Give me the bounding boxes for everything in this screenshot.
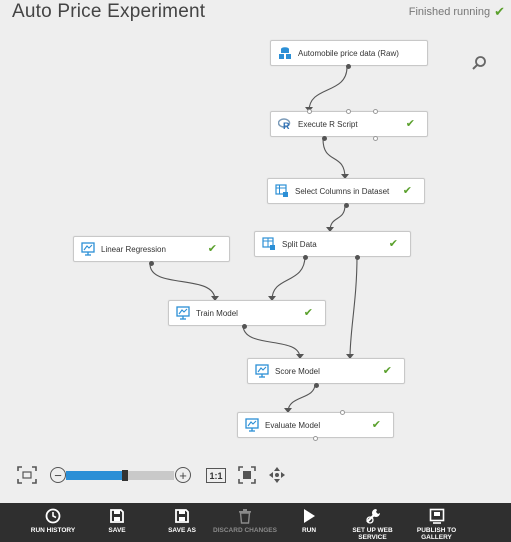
edge-split-score [349,255,358,359]
edge-select-split [329,204,346,232]
model-icon [81,242,95,256]
module-label: Split Data [282,239,317,249]
save-button[interactable]: SAVE [102,508,132,534]
dataset-icon [279,47,291,59]
run-button[interactable]: RUN [294,508,324,534]
actual-size-button[interactable]: 1:1 [206,468,226,483]
module-label: Select Columns in Dataset [295,186,390,196]
zoom-controls: − + 1:1 [0,460,511,490]
output-port[interactable] [322,136,327,141]
play-icon [304,509,315,523]
model-icon [245,418,259,432]
checkmark-icon: ✔ [207,243,217,255]
command-bar: RUN HISTORY SAVE SAVE AS DISCARD CHANGES… [0,503,511,542]
edge-split-train [271,255,306,301]
module-label: Evaluate Model [265,420,321,430]
checkmark-icon: ✔ [402,185,412,197]
checkmark-icon: ✔ [388,238,398,250]
set-up-web-service-label-2: SERVICE [358,534,387,541]
output-port[interactable] [373,136,378,141]
gallery-icon [429,508,444,524]
table-split-icon [262,237,275,250]
table-columns-icon [275,184,288,197]
module-label: Score Model [275,366,320,376]
zoom-out-button[interactable]: − [50,467,66,483]
set-up-web-service-button[interactable]: SET UP WEB SERVICE [345,508,400,541]
publish-to-gallery-label-2: GALLERY [421,534,452,541]
module-evaluate-model[interactable]: Evaluate Model ✔ [237,410,394,441]
edge-automobile-execute [308,66,348,112]
r-script-icon: R [278,118,291,131]
model-icon [176,306,190,320]
module-train-model[interactable]: Train Model ✔ [168,300,326,329]
fit-screen-icon[interactable] [17,466,37,484]
svg-text:R: R [283,121,290,131]
module-linear-regression[interactable]: Linear Regression ✔ [73,236,230,266]
model-icon [255,364,269,378]
zoom-slider[interactable] [66,470,174,481]
publish-to-gallery-label-1: PUBLISH TO [416,527,457,534]
module-label: Automobile price data (Raw) [298,48,399,58]
save-as-label: SAVE AS [168,527,196,534]
zoom-slider-fill [66,471,125,480]
web-service-icon [365,509,380,524]
output-port[interactable] [346,64,351,69]
zoom-in-button[interactable]: + [175,467,191,483]
input-port[interactable] [346,109,351,114]
module-select-columns[interactable]: Select Columns in Dataset ✔ [267,178,425,208]
output-port[interactable] [355,255,360,260]
output-port[interactable] [242,324,247,329]
input-port[interactable] [340,410,345,415]
run-history-button[interactable]: RUN HISTORY [28,508,78,534]
search-icon[interactable] [471,55,487,71]
save-icon [110,509,124,523]
checkmark-icon: ✔ [382,365,392,377]
input-port[interactable] [307,109,312,114]
output-port[interactable] [303,255,308,260]
discard-changes-button[interactable]: DISCARD CHANGES [210,508,280,534]
run-history-label: RUN HISTORY [30,527,76,534]
checkmark-icon: ✔ [494,4,505,19]
module-automobile-price-data[interactable]: Automobile price data (Raw) [270,40,428,69]
zoom-slider-thumb[interactable] [122,470,128,481]
edge-execute-select [322,138,346,179]
checkmark-icon: ✔ [371,419,381,431]
save-as-icon [175,509,189,523]
fit-selection-icon[interactable] [238,466,256,484]
module-label: Execute R Script [298,119,358,129]
clock-icon [45,508,61,524]
set-up-web-service-label-1: SET UP WEB [352,527,393,534]
discard-changes-label: DISCARD CHANGES [213,527,277,534]
edge-linreg-train [149,263,216,301]
trash-icon [239,509,251,524]
module-split-data[interactable]: Split Data ✔ [254,231,411,260]
module-execute-r-script[interactable]: R Execute R Script ✔ [270,109,428,141]
module-label: Linear Regression [101,244,166,254]
run-status-text: Finished running [408,6,491,18]
output-port[interactable] [313,436,318,441]
output-port[interactable] [344,203,349,208]
run-status: Finished running ✔ [409,4,505,20]
output-port[interactable] [314,383,319,388]
edge-train-score [242,324,301,359]
checkmark-icon: ✔ [303,307,313,319]
publish-to-gallery-button[interactable]: PUBLISH TO GALLERY [409,508,464,541]
input-port[interactable] [373,109,378,114]
save-label: SAVE [108,527,126,534]
pan-icon[interactable] [268,466,286,484]
checkmark-icon: ✔ [405,118,415,130]
save-as-button[interactable]: SAVE AS [162,508,202,534]
module-score-model[interactable]: Score Model ✔ [247,358,405,388]
page-title: Auto Price Experiment [12,1,206,22]
output-port[interactable] [149,261,154,266]
run-label: RUN [301,527,317,534]
module-label: Train Model [196,308,238,318]
edge-score-evaluate [287,383,316,413]
